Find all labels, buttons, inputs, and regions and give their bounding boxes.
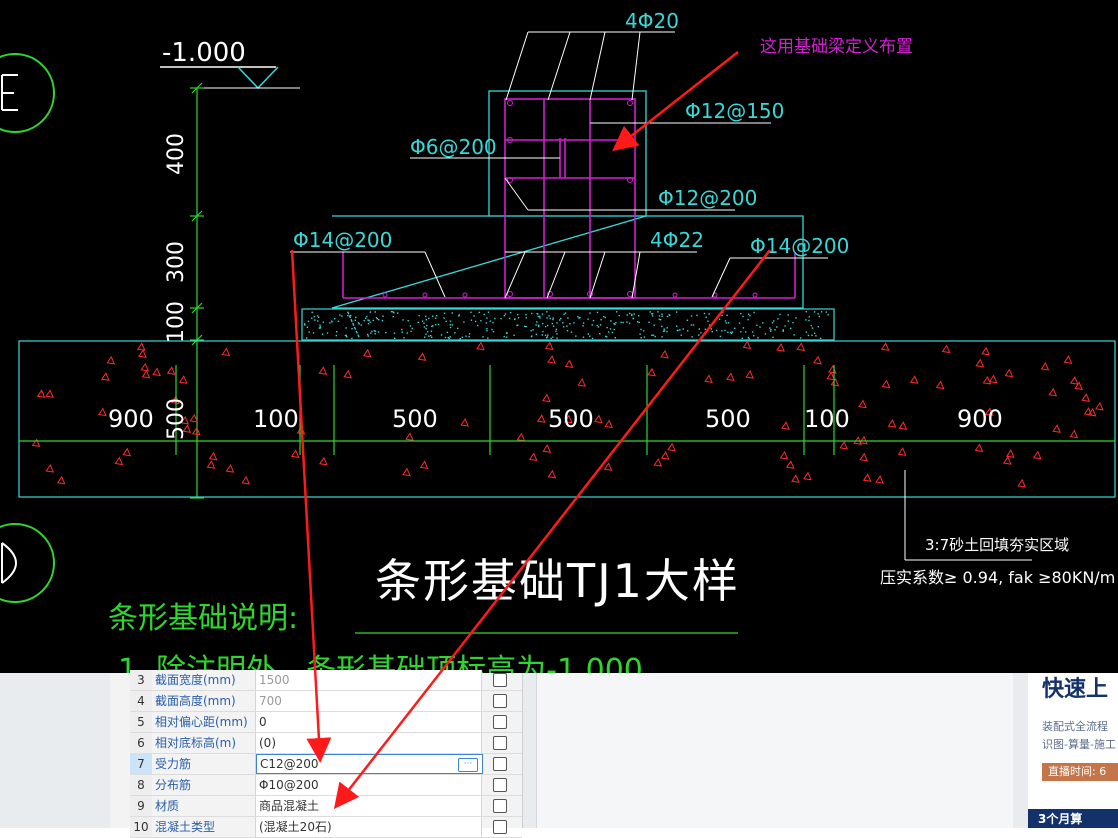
rebar-label-phi14-right: Φ14@200 (750, 234, 850, 258)
property-name: 分布筋 (152, 775, 256, 795)
property-checkbox[interactable] (493, 673, 507, 687)
row-number: 3 (130, 670, 153, 690)
elevation-symbol (237, 66, 279, 90)
property-name: 截面高度(mm) (152, 691, 256, 711)
property-name: 混凝土类型 (152, 817, 256, 837)
property-value: C12@200 (260, 757, 319, 771)
property-row-7[interactable]: 7 受力筋 C12@200 ··· (130, 754, 522, 775)
property-checkbox[interactable] (493, 820, 507, 834)
property-value[interactable]: 1500 (256, 670, 482, 690)
width-label-7: 900 (957, 405, 1003, 433)
bottom-ui-area: 3 截面宽度(mm) 1500 4 截面高度(mm) 700 5 相对偏心距(m… (0, 670, 1118, 838)
rebar-label-top: 4Φ20 (625, 9, 679, 33)
dim-label-500: 500 (164, 398, 189, 440)
property-value[interactable]: 700 (256, 691, 482, 711)
rebar-label-4phi22: 4Φ22 (650, 228, 704, 252)
promo-title: 快速上 (1042, 677, 1109, 702)
cad-drawing-viewport[interactable]: -1.000 4Φ20 这用基础梁定义布置 Φ12@150 Φ6@200 Φ12… (0, 0, 1118, 673)
rebar-label-phi12-150: Φ12@150 (685, 99, 785, 123)
notes-heading: 条形基础说明: (108, 601, 299, 636)
width-label-4: 500 (548, 405, 594, 433)
rebar-label-phi6-200: Φ6@200 (410, 135, 497, 159)
promo-line-1: 装配式全流程 (1042, 720, 1108, 733)
property-row-3[interactable]: 3 截面宽度(mm) 1500 (130, 670, 522, 691)
promo-banner[interactable]: 快速上 装配式全流程 识图-算量-施工 直播时间: 6 3个月算 (1028, 673, 1118, 828)
properties-panel: 3 截面宽度(mm) 1500 4 截面高度(mm) 700 5 相对偏心距(m… (110, 670, 523, 838)
row-number: 5 (130, 712, 153, 732)
property-name: 材质 (152, 796, 256, 816)
property-value[interactable]: 0 (256, 712, 482, 732)
property-checkbox[interactable] (493, 694, 507, 708)
row-number: 6 (130, 733, 153, 753)
rebar-label-phi12-200: Φ12@200 (658, 186, 758, 210)
compaction-note: 压实系数≥ 0.94, fak ≥80KN/m (880, 568, 1116, 587)
content-panel (536, 673, 1013, 828)
row-number: 10 (130, 817, 153, 837)
property-value[interactable]: (0) (256, 733, 482, 753)
property-row-4[interactable]: 4 截面高度(mm) 700 (130, 691, 522, 712)
width-label-5: 500 (705, 405, 751, 433)
property-checkbox[interactable] (493, 715, 507, 729)
property-row-9[interactable]: 9 材质 商品混凝土 (130, 796, 522, 817)
width-label-1: 900 (108, 405, 154, 433)
dim-label-100: 100 (164, 301, 189, 343)
property-name: 截面宽度(mm) (152, 670, 256, 690)
row-number: 8 (130, 775, 153, 795)
dim-label-400: 400 (164, 133, 189, 175)
property-name: 相对偏心距(mm) (152, 712, 256, 732)
property-checkbox[interactable] (493, 778, 507, 792)
next-promo-title[interactable]: 3个月算 (1028, 809, 1118, 828)
property-value[interactable]: Φ10@200 (256, 775, 482, 795)
beam-outline (488, 90, 647, 217)
property-value[interactable]: (混凝土20石) (256, 817, 482, 837)
property-checkbox[interactable] (493, 757, 507, 771)
property-value-editor[interactable]: C12@200 ··· (256, 754, 483, 774)
property-row-6[interactable]: 6 相对底标高(m) (0) (130, 733, 522, 754)
property-row-8[interactable]: 8 分布筋 Φ10@200 (130, 775, 522, 796)
backfill-note: 3:7砂土回填夯实区域 (925, 536, 1070, 554)
more-options-button[interactable]: ··· (458, 758, 478, 772)
axis-bubble-d (0, 523, 55, 603)
rebar-label-phi14-left: Φ14@200 (293, 228, 393, 252)
dim-label-300: 300 (164, 241, 189, 283)
row-number: 9 (130, 796, 153, 816)
annotation-text: 这用基础梁定义布置 (760, 37, 913, 57)
row-number: 7 (130, 754, 153, 774)
row-number: 4 (130, 691, 153, 711)
drawing-title: 条形基础TJ1大样 (375, 554, 740, 608)
footing-outline (331, 215, 804, 309)
leader-lines (290, 31, 1032, 561)
property-name: 受力筋 (152, 754, 256, 774)
width-label-3: 500 (392, 405, 438, 433)
promo-line-2: 识图-算量-施工 (1042, 738, 1116, 751)
axis-letter-d (1, 542, 17, 584)
width-label-2: 100 (253, 405, 299, 433)
axis-letter-e (1, 74, 18, 111)
elevation-label: -1.000 (162, 38, 246, 68)
live-time-badge: 直播时间: 6 (1042, 763, 1118, 781)
property-checkbox[interactable] (493, 736, 507, 750)
property-row-5[interactable]: 5 相对偏心距(mm) 0 (130, 712, 522, 733)
property-value[interactable]: 商品混凝土 (256, 796, 482, 816)
property-name: 相对底标高(m) (152, 733, 256, 753)
property-checkbox[interactable] (493, 799, 507, 813)
width-label-6: 100 (804, 405, 850, 433)
